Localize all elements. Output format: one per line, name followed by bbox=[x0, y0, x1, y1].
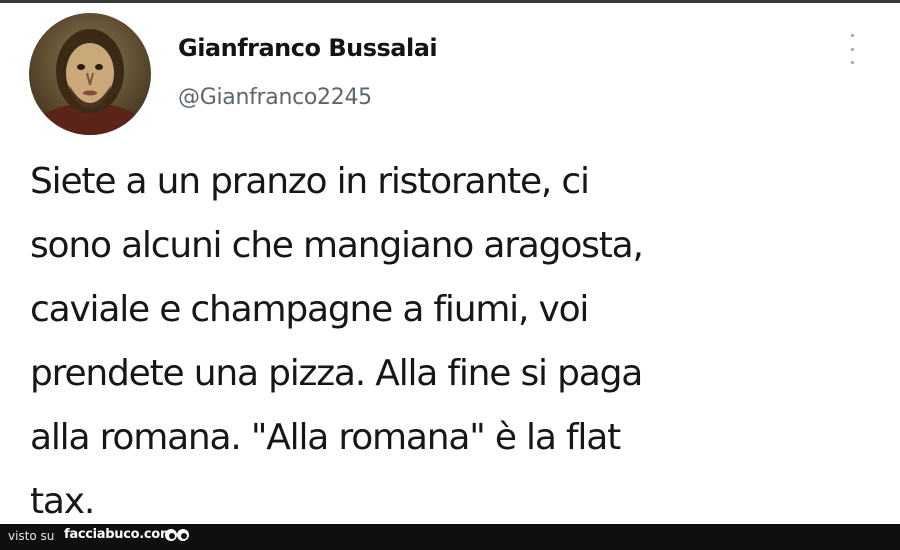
more-options-button[interactable] bbox=[842, 34, 862, 64]
tweet-card: Gianfranco Bussalai @Gianfranco2245 Siet… bbox=[0, 0, 900, 524]
footer-visto-label: visto su bbox=[8, 529, 55, 543]
user-avatar[interactable] bbox=[29, 13, 151, 135]
tweet-text: Siete a un pranzo in ristorante, ci sono… bbox=[30, 161, 644, 522]
watermark-footer: visto su facciabuco.com bbox=[0, 524, 900, 550]
vertical-dots-icon bbox=[850, 34, 854, 37]
user-handle[interactable]: @Gianfranco2245 bbox=[178, 85, 372, 110]
footer-site-name[interactable]: facciabuco.com bbox=[64, 527, 174, 542]
painted-face-avatar-icon bbox=[32, 29, 148, 135]
eyes-logo-icon bbox=[165, 529, 189, 541]
display-name[interactable]: Gianfranco Bussalai bbox=[178, 34, 438, 62]
